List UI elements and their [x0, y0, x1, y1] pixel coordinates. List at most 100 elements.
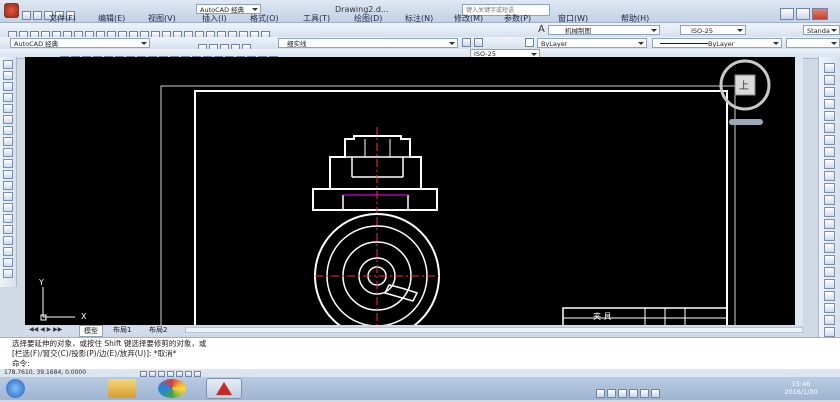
ellipse-icon[interactable]: [3, 159, 13, 168]
explode-icon[interactable]: [824, 267, 835, 277]
linetype-label: ByLayer: [708, 40, 735, 48]
command-window[interactable]: 选择要延伸的对象，或按住 Shift 键选择要修剪的对象，或 [栏选(F)/窗交…: [0, 337, 840, 370]
fillet-icon[interactable]: [824, 243, 835, 253]
extend-icon[interactable]: [824, 183, 835, 193]
break-at-point-icon[interactable]: [824, 195, 835, 205]
drawing-frame: [194, 90, 728, 325]
revision-cloud-icon[interactable]: [3, 137, 13, 146]
spline-icon[interactable]: [3, 148, 13, 157]
polyline-icon[interactable]: [3, 82, 13, 91]
insert-block-icon[interactable]: [3, 181, 13, 190]
standard-toolbar: 机械制图 A ISO-25 Standa: [0, 23, 840, 40]
rectangle-icon[interactable]: [3, 104, 13, 113]
layer-previous-icon[interactable]: [474, 38, 483, 47]
start-button[interactable]: [6, 379, 25, 398]
polygon-icon[interactable]: [3, 93, 13, 102]
scale-icon[interactable]: [824, 147, 835, 157]
layer-combo[interactable]: 细实线: [278, 38, 458, 48]
linetype-preview: [660, 43, 708, 44]
hatch-icon[interactable]: [3, 214, 13, 223]
tray-network-icon[interactable]: [596, 389, 605, 398]
taskbar-autocad[interactable]: [206, 378, 242, 399]
table-icon[interactable]: [3, 247, 13, 256]
trim-icon[interactable]: [824, 171, 835, 181]
blend-icon[interactable]: [824, 255, 835, 265]
snap-none-icon[interactable]: [824, 327, 835, 337]
polar-toggle[interactable]: [167, 370, 174, 377]
ortho-toggle[interactable]: [158, 370, 165, 377]
command-history-line-2: [栏选(F)/窗交(C)/投影(P)/边(E)/放弃(U)]: *取消*: [12, 349, 177, 358]
tray-volume-icon[interactable]: [607, 389, 616, 398]
drawing-svg: 夹 具 Y X 上: [38, 59, 771, 325]
join-icon[interactable]: [824, 219, 835, 229]
system-tray: [596, 383, 662, 402]
plot-style-combo[interactable]: Standa: [803, 25, 840, 35]
gradient-icon[interactable]: [3, 225, 13, 234]
color-swatch-icon[interactable]: [525, 38, 534, 47]
point-icon[interactable]: [3, 203, 13, 212]
copy-object-icon[interactable]: [824, 75, 835, 85]
stretch-icon[interactable]: [824, 159, 835, 169]
otrack-toggle[interactable]: [185, 370, 192, 377]
osnap-toggle[interactable]: [176, 370, 183, 377]
tray-security-icon[interactable]: [629, 389, 638, 398]
vertical-scrollbar[interactable]: [795, 57, 803, 325]
line-icon[interactable]: [3, 60, 13, 69]
workspace-combo[interactable]: AutoCAD 经典: [10, 38, 150, 48]
dim-style-combo[interactable]: ISO-25: [680, 25, 746, 35]
title-block-label: 夹 具: [593, 311, 612, 321]
menu-bar: 文件(F) 编辑(E) 视图(V) 插入(I) 格式(O) 工具(T) 绘图(D…: [0, 13, 840, 23]
coordinates-readout: 178.7610, 39.1684, 0.0000: [4, 369, 87, 376]
taskbar-explorer[interactable]: [108, 379, 136, 398]
grid-toggle[interactable]: [149, 370, 156, 377]
tab-model[interactable]: 模型: [79, 325, 103, 337]
top-view: [314, 213, 440, 325]
text-style-combo[interactable]: 机械制图: [548, 25, 660, 35]
tab-layout2[interactable]: 布局2: [145, 325, 171, 335]
taskbar: 15:46 2016/1/30: [0, 377, 840, 400]
offset-icon[interactable]: [824, 99, 835, 109]
ucs-x-label: X: [81, 312, 87, 321]
drawing-area[interactable]: 夹 具 Y X 上: [25, 57, 803, 325]
snap-center-icon[interactable]: [824, 303, 835, 313]
color-combo[interactable]: ByLayer: [537, 38, 647, 48]
lineweight-combo[interactable]: [786, 38, 840, 48]
tray-flag-icon[interactable]: [651, 389, 660, 398]
circle-icon[interactable]: [3, 126, 13, 135]
region-icon[interactable]: [3, 236, 13, 245]
command-prompt[interactable]: 命令:: [0, 359, 840, 369]
status-bar: 178.7610, 39.1684, 0.0000: [0, 369, 840, 377]
tab-nav-arrows[interactable]: ◀◀ ◀ ▶ ▶▶: [29, 326, 62, 333]
arc-icon[interactable]: [3, 115, 13, 124]
snap-toggle[interactable]: [140, 370, 147, 377]
text-style-icon: A: [538, 24, 545, 35]
add-selected-icon[interactable]: [3, 269, 13, 278]
snap-settings-icon[interactable]: [824, 315, 835, 325]
viewcube-face: 上: [739, 80, 749, 92]
break-icon[interactable]: [824, 207, 835, 217]
status-toggles: [140, 370, 203, 377]
move-icon[interactable]: [824, 123, 835, 133]
horizontal-scrollbar[interactable]: [185, 327, 803, 333]
taskbar-media[interactable]: [158, 379, 186, 398]
snap-midpoint-icon[interactable]: [824, 291, 835, 301]
clock-time: 15:46: [791, 380, 811, 388]
erase-icon[interactable]: [824, 63, 835, 73]
tray-ime-icon[interactable]: [618, 389, 627, 398]
make-block-icon[interactable]: [3, 192, 13, 201]
viewcube[interactable]: [719, 59, 771, 125]
snap-endpoint-icon[interactable]: [824, 279, 835, 289]
lineweight-toggle[interactable]: [194, 370, 201, 377]
tab-layout1[interactable]: 布局1: [109, 325, 135, 335]
make-current-icon[interactable]: [462, 38, 471, 47]
rotate-icon[interactable]: [824, 135, 835, 145]
mirror-icon[interactable]: [824, 87, 835, 97]
array-icon[interactable]: [824, 111, 835, 121]
tray-update-icon[interactable]: [640, 389, 649, 398]
construction-line-icon[interactable]: [3, 71, 13, 80]
ellipse-arc-icon[interactable]: [3, 170, 13, 179]
mtext-icon[interactable]: [3, 258, 13, 267]
chamfer-icon[interactable]: [824, 231, 835, 241]
clock[interactable]: 15:46 2016/1/30: [776, 380, 826, 396]
drawing-limits: [160, 85, 736, 325]
